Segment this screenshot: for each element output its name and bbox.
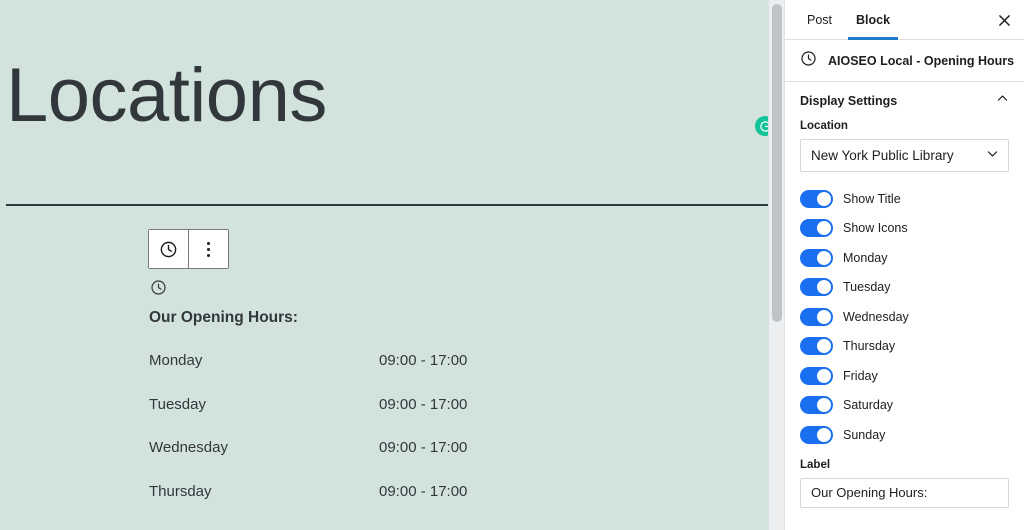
panel-title: Display Settings (800, 94, 898, 108)
location-label: Location (800, 120, 848, 132)
block-info-title: AIOSEO Local - Opening Hours (828, 53, 1015, 68)
panel-display-settings-body: Location New York Public Library Show Ti… (785, 120, 1024, 508)
toggle-knob (817, 309, 831, 324)
toggle-list: Show Title Show Icons Monday Tuesday Wed (800, 184, 1009, 450)
label-input[interactable]: Our Opening Hours: (800, 477, 1009, 508)
toggle-knob (817, 398, 831, 413)
hours-time: 09:00 - 17:00 (379, 395, 468, 413)
toggle-label: Show Icons (843, 221, 908, 236)
toggle-label: Thursday (843, 339, 896, 354)
block-type-clock-icon[interactable] (149, 230, 188, 268)
toggle-friday[interactable] (800, 366, 833, 385)
toggle-wednesday[interactable] (800, 307, 833, 326)
vertical-dots-icon[interactable] (189, 230, 228, 268)
scrollbar-thumb[interactable] (772, 4, 782, 322)
tab-post[interactable]: Post (795, 0, 844, 40)
hours-time: 09:00 - 17:00 (379, 439, 468, 456)
toggle-thursday[interactable] (800, 337, 833, 356)
label-field-group: Label Our Opening Hours: (800, 459, 1009, 508)
location-select[interactable]: New York Public Library (800, 139, 1009, 172)
toggle-knob (817, 339, 831, 354)
table-row: Tuesday 09:00 - 17:00 (149, 396, 629, 440)
editor-window: Locations Our Opening Hours: Monday 09:0… (0, 0, 1024, 530)
tab-block-label: Block (856, 12, 891, 27)
toggle-row-friday[interactable]: Friday (800, 361, 1009, 391)
toggle-knob (817, 221, 831, 236)
more-options-dots (207, 241, 210, 257)
toggle-knob (817, 368, 831, 383)
toggle-knob (817, 191, 831, 206)
toggle-row-tuesday[interactable]: Tuesday (800, 273, 1009, 303)
opening-hours-table: Monday 09:00 - 17:00 Tuesday 09:00 - 17:… (149, 352, 629, 526)
block-clock-icon (150, 279, 167, 301)
toggle-row-wednesday[interactable]: Wednesday (800, 302, 1009, 332)
hours-day: Wednesday (149, 439, 228, 456)
toggle-label: Friday (843, 368, 878, 383)
page-title[interactable]: Locations (6, 58, 327, 134)
toggle-knob (817, 250, 831, 265)
block-settings-sidebar: Post Block AIOSEO Local - Opening Hours (784, 0, 1024, 530)
toggle-label: Wednesday (843, 309, 909, 324)
toggle-row-show-title[interactable]: Show Title (800, 184, 1009, 214)
label-field-label: Label (800, 458, 831, 471)
block-info: AIOSEO Local - Opening Hours (785, 40, 1024, 82)
toggle-sunday[interactable] (800, 425, 833, 444)
sidebar-tabs: Post Block (785, 0, 1024, 40)
canvas-scrollbar[interactable] (768, 0, 784, 530)
chevron-down-icon (986, 147, 999, 165)
toggle-saturday[interactable] (800, 396, 833, 415)
close-icon[interactable] (990, 6, 1018, 34)
label-input-value: Our Opening Hours: (811, 485, 928, 500)
toggle-label: Saturday (843, 398, 894, 413)
chevron-up-icon[interactable] (996, 92, 1009, 110)
hours-time: 09:00 - 17:00 (379, 352, 468, 369)
hours-day: Monday (149, 352, 203, 369)
editor-canvas[interactable]: Locations Our Opening Hours: Monday 09:0… (0, 0, 784, 530)
toggle-label: Tuesday (843, 280, 891, 295)
toggle-knob (817, 280, 831, 295)
toggle-knob (817, 427, 831, 442)
tab-block[interactable]: Block (844, 0, 902, 40)
toggle-label: Show Title (843, 191, 901, 206)
table-row: Wednesday 09:00 - 17:00 (149, 439, 629, 483)
hours-time: 09:00 - 17:00 (379, 482, 468, 500)
toggle-row-sunday[interactable]: Sunday (800, 420, 1009, 450)
toggle-label: Monday (843, 250, 888, 265)
toggle-row-show-icons[interactable]: Show Icons (800, 214, 1009, 244)
table-row: Monday 09:00 - 17:00 (149, 352, 629, 396)
hours-day: Thursday (149, 482, 212, 500)
toggle-label: Sunday (843, 427, 886, 442)
panel-display-settings-header[interactable]: Display Settings (785, 82, 1024, 120)
location-select-value: New York Public Library (811, 148, 954, 163)
horizontal-divider (6, 204, 784, 206)
toggle-monday[interactable] (800, 248, 833, 267)
hours-day: Tuesday (149, 395, 206, 413)
table-row: Thursday 09:00 - 17:00 (149, 483, 629, 527)
block-toolbar[interactable] (148, 229, 229, 269)
toggle-show-icons[interactable] (800, 219, 833, 238)
toggle-row-thursday[interactable]: Thursday (800, 332, 1009, 362)
tab-post-label: Post (807, 12, 833, 27)
toggle-tuesday[interactable] (800, 278, 833, 297)
toggle-show-title[interactable] (800, 189, 833, 208)
clock-icon (800, 50, 817, 72)
toggle-row-saturday[interactable]: Saturday (800, 391, 1009, 421)
opening-hours-heading[interactable]: Our Opening Hours: (149, 309, 298, 327)
toggle-row-monday[interactable]: Monday (800, 243, 1009, 273)
